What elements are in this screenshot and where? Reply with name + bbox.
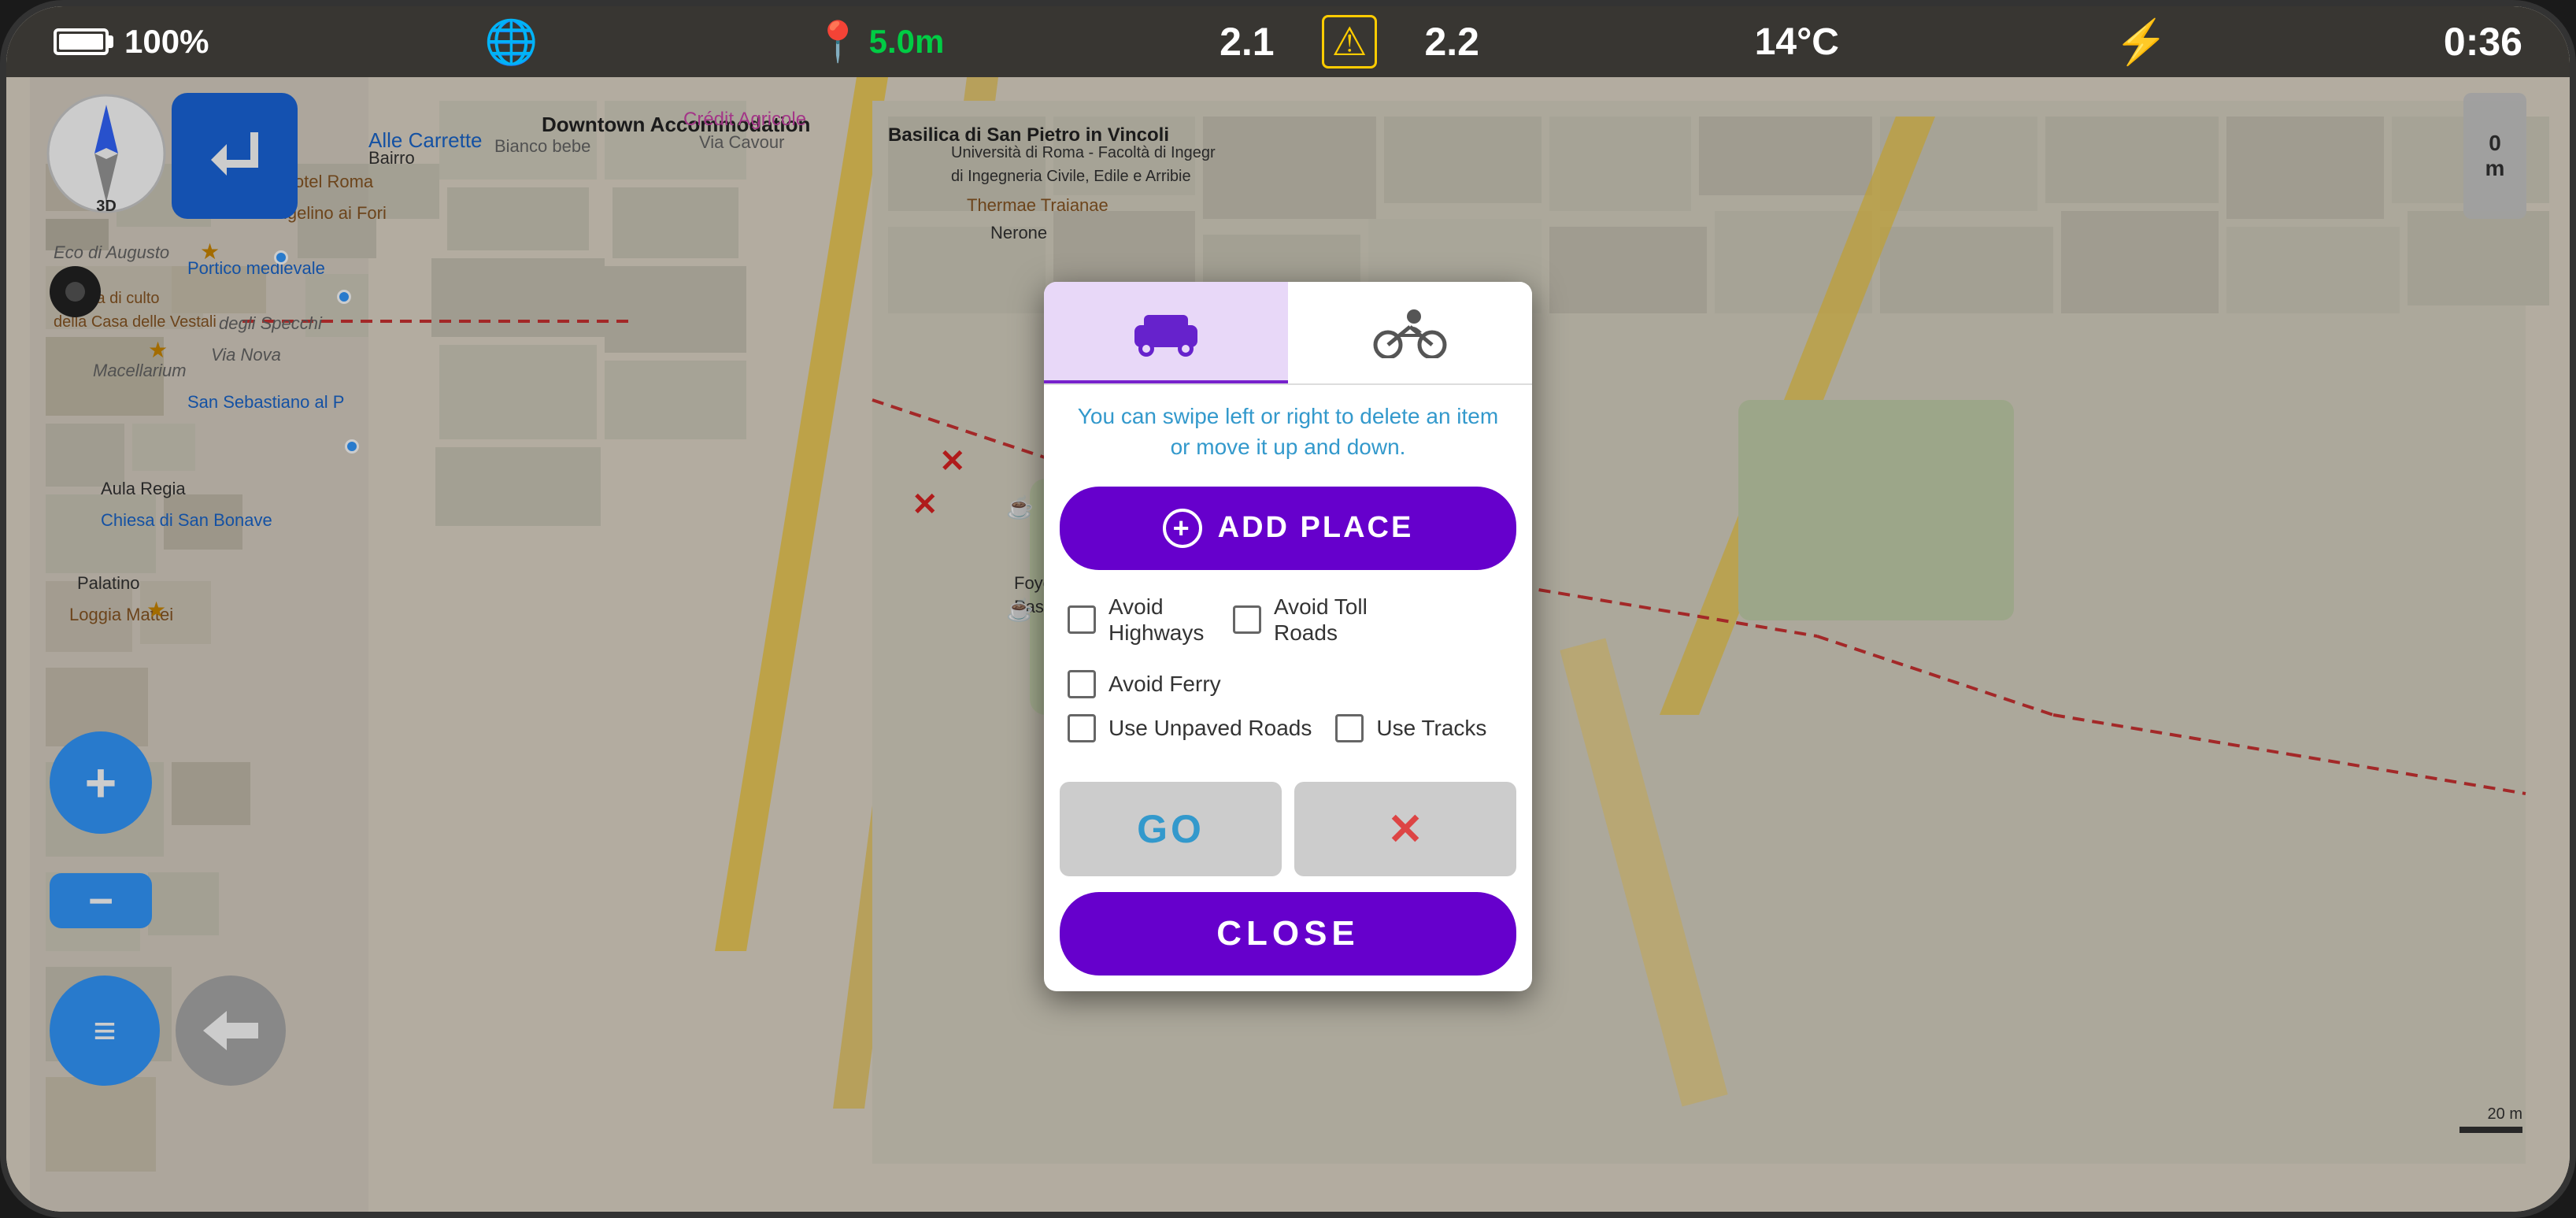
add-place-label: ADD PLACE [1218, 511, 1414, 545]
label-avoid-ferry: Avoid Ferry [1108, 671, 1221, 698]
options-row-2: Use Unpaved Roads Use Tracks [1068, 714, 1508, 742]
route-modal: You can swipe left or right to delete an… [1044, 282, 1532, 991]
status-bar: 100% 🌐 📍 5.0m 2.1 ⚠ 2.2 14°C ⚡ 0:36 [6, 6, 2570, 77]
option-tracks[interactable]: Use Tracks [1335, 714, 1486, 742]
car-icon-svg [1127, 305, 1205, 357]
add-plus-circle: + [1163, 509, 1202, 548]
add-place-button[interactable]: + ADD PLACE [1060, 487, 1516, 570]
gps-container: 📍 5.0m [813, 19, 944, 65]
swipe-hint: You can swipe left or right to delete an… [1044, 385, 1532, 478]
bike-icon-svg [1371, 307, 1449, 358]
options-row-1: AvoidHighways Avoid TollRoads Avoid Ferr… [1068, 594, 1508, 698]
battery-percent: 100% [124, 23, 209, 61]
label-avoid-toll: Avoid TollRoads [1274, 594, 1368, 646]
speed-limit: 2.2 [1424, 19, 1479, 65]
current-speed: 2.1 [1220, 19, 1275, 65]
checkbox-avoid-ferry[interactable] [1068, 670, 1096, 698]
checkbox-avoid-toll[interactable] [1233, 605, 1261, 634]
bluetooth-icon: ⚡ [2115, 17, 2168, 68]
tab-car[interactable] [1044, 282, 1288, 383]
tab-bike[interactable] [1288, 282, 1532, 383]
time-display: 0:36 [2444, 19, 2522, 65]
cancel-button[interactable]: ✕ [1294, 782, 1516, 876]
speed-display: 2.1 ⚠ 2.2 [1220, 15, 1479, 68]
option-avoid-toll[interactable]: Avoid TollRoads [1233, 594, 1375, 646]
option-avoid-highways[interactable]: AvoidHighways [1068, 594, 1209, 646]
temperature: 14°C [1755, 20, 1839, 64]
close-button[interactable]: CLOSE [1060, 892, 1516, 976]
gps-icon: 📍 [813, 19, 862, 65]
label-avoid-highways: AvoidHighways [1108, 594, 1204, 646]
battery-fill [59, 34, 103, 50]
plus-sign: + [1173, 514, 1192, 542]
globe-icon: 🌐 [484, 17, 538, 68]
route-options: AvoidHighways Avoid TollRoads Avoid Ferr… [1044, 578, 1532, 774]
action-buttons-row: GO ✕ [1060, 782, 1516, 876]
transport-tabs [1044, 282, 1532, 385]
checkbox-unpaved[interactable] [1068, 714, 1096, 742]
battery-body [54, 28, 109, 55]
speed-limit-indicator: ⚠ [1322, 15, 1378, 68]
gps-accuracy: 5.0m [869, 23, 945, 61]
label-unpaved: Use Unpaved Roads [1108, 715, 1312, 742]
go-button[interactable]: GO [1060, 782, 1282, 876]
battery-indicator [54, 28, 109, 55]
checkbox-tracks[interactable] [1335, 714, 1364, 742]
swipe-hint-text: You can swipe left or right to delete an… [1078, 404, 1498, 459]
x-cancel-icon: ✕ [1387, 804, 1423, 854]
route-modal-overlay: You can swipe left or right to delete an… [6, 77, 2570, 1212]
device-frame: Alle Carrette Bairro Hotel Roma Angelino… [0, 0, 2576, 1218]
checkbox-avoid-highways[interactable] [1068, 605, 1096, 634]
option-avoid-ferry[interactable]: Avoid Ferry [1068, 670, 1221, 698]
status-left: 100% [54, 23, 209, 61]
option-unpaved[interactable]: Use Unpaved Roads [1068, 714, 1312, 742]
label-tracks: Use Tracks [1376, 715, 1486, 742]
